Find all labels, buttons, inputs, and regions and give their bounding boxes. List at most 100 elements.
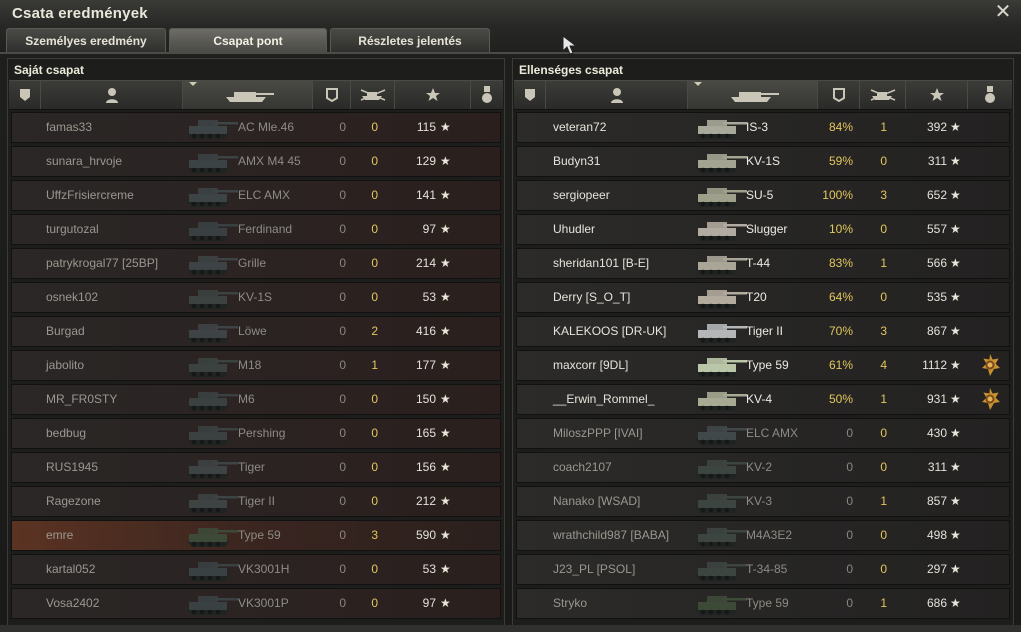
xp-star-icon[interactable] [395, 81, 471, 109]
kills-value: 3 [371, 528, 378, 542]
xp-value: 311 [927, 460, 947, 474]
table-row[interactable]: Uhudler Slugger 10% 0 557 ★ [516, 214, 1010, 245]
table-row[interactable]: MiloszPPP [IVAI] ELC AMX 0 0 430 ★ [516, 418, 1010, 449]
tank-silhouette-icon [187, 222, 238, 241]
damage-value: 70% [828, 324, 853, 338]
platoon-icon[interactable] [514, 81, 546, 109]
table-row[interactable]: patrykrogal77 [25BP] Grille 0 0 214 ★ [11, 248, 501, 279]
damage-value: 0 [339, 460, 346, 474]
damage-value: 0 [339, 154, 346, 168]
kills-value: 3 [880, 188, 887, 202]
table-row[interactable]: turgutozal Ferdinand 0 0 97 ★ [11, 214, 501, 245]
medal-icon[interactable] [968, 81, 1012, 109]
table-row[interactable]: Stryko Type 59 0 1 686 ★ [516, 588, 1010, 619]
table-row[interactable]: emre Type 59 0 3 590 ★ [11, 520, 501, 551]
tab-detailed-report[interactable]: Részletes jelentés [330, 28, 490, 52]
xp-value: 297 [926, 562, 947, 576]
tab-personal-result[interactable]: Személyes eredmény [6, 28, 166, 52]
table-row[interactable]: sergiopeer SU-5 100% 3 652 ★ [516, 180, 1010, 211]
star-icon: ★ [440, 528, 451, 542]
medal-icon[interactable] [979, 388, 1001, 410]
table-row[interactable]: bedbug Pershing 0 0 165 ★ [11, 418, 501, 449]
table-row[interactable]: coach2107 KV-2 0 0 311 ★ [516, 452, 1010, 483]
player-name: veteran72 [553, 120, 607, 134]
player-name: patrykrogal77 [25BP] [46, 256, 159, 270]
tank-name: AC Mle.46 [238, 120, 295, 134]
table-row[interactable]: Vosa2402 VK3001P 0 0 97 ★ [11, 588, 501, 619]
kills-value: 2 [371, 324, 378, 338]
table-row[interactable]: famas33 AC Mle.46 0 0 115 ★ [11, 112, 501, 143]
player-icon[interactable] [546, 81, 688, 109]
table-row[interactable]: veteran72 IS-3 84% 1 392 ★ [516, 112, 1010, 143]
tank-silhouette-icon [696, 324, 747, 343]
platoon-icon[interactable] [9, 81, 41, 109]
table-row[interactable]: sheridan101 [B-E] T-44 83% 1 566 ★ [516, 248, 1010, 279]
star-icon: ★ [950, 596, 961, 610]
player-icon[interactable] [41, 81, 183, 109]
table-row[interactable]: Nanako [WSAD] KV-3 0 1 857 ★ [516, 486, 1010, 517]
damage-value: 0 [339, 290, 346, 304]
damage-value: 0 [339, 324, 346, 338]
tank-name: T20 [746, 290, 767, 304]
table-row[interactable]: maxcorr [9DL] Type 59 61% 4 1112 ★ [516, 350, 1010, 381]
close-icon[interactable]: ✕ [993, 2, 1013, 22]
tank-name: ELC AMX [238, 188, 291, 202]
kills-icon[interactable] [351, 81, 395, 109]
table-row[interactable]: KALEKOOS [DR-UK] Tiger II 70% 3 867 ★ [516, 316, 1010, 347]
star-icon: ★ [950, 154, 961, 168]
enemy-team-header [514, 80, 1012, 110]
player-name: famas33 [46, 120, 93, 134]
kills-icon[interactable] [860, 81, 906, 109]
kills-value: 0 [371, 596, 378, 610]
table-row[interactable]: Derry [S_O_T] T20 64% 0 535 ★ [516, 282, 1010, 313]
kills-value: 0 [880, 528, 887, 542]
tank-name: T-34-85 [746, 562, 788, 576]
table-row[interactable]: wrathchild987 [BABA] M4A3E2 0 0 498 ★ [516, 520, 1010, 551]
damage-value: 0 [339, 596, 346, 610]
damage-value: 0 [846, 426, 853, 440]
tank-name: T-44 [746, 256, 771, 270]
xp-value: 652 [926, 188, 947, 202]
table-row[interactable]: __Erwin_Rommel_ KV-4 50% 1 931 ★ [516, 384, 1010, 415]
tank-name: KV-2 [746, 460, 773, 474]
damage-value: 59% [828, 154, 853, 168]
tank-silhouette-icon [187, 188, 238, 207]
table-row[interactable]: kartal052 VK3001H 0 0 53 ★ [11, 554, 501, 585]
table-row[interactable]: sunara_hrvoje AMX M4 45 0 0 129 ★ [11, 146, 501, 177]
table-row[interactable]: RUS1945 Tiger 0 0 156 ★ [11, 452, 501, 483]
star-icon: ★ [440, 154, 451, 168]
star-icon: ★ [950, 494, 961, 508]
xp-value: 53 [422, 562, 436, 576]
damage-value: 0 [339, 222, 346, 236]
tank-name: Type 59 [746, 596, 789, 610]
star-icon: ★ [950, 460, 961, 474]
own-team-title: Saját csapat [14, 63, 85, 77]
damage-icon[interactable] [313, 81, 351, 109]
enemy-team-title: Ellenséges csapat [519, 63, 624, 77]
star-icon: ★ [950, 426, 961, 440]
tank-name: M18 [238, 358, 262, 372]
medal-icon[interactable] [471, 81, 503, 109]
table-row[interactable]: Burgad Löwe 0 2 416 ★ [11, 316, 501, 347]
xp-value: 156 [415, 460, 436, 474]
table-row[interactable]: Budyn31 KV-1S 59% 0 311 ★ [516, 146, 1010, 177]
player-name: __Erwin_Rommel_ [553, 392, 655, 406]
tank-name: Type 59 [746, 358, 789, 372]
medal-icon[interactable] [979, 354, 1001, 376]
star-icon: ★ [950, 290, 961, 304]
table-row[interactable]: Ragezone Tiger II 0 0 212 ★ [11, 486, 501, 517]
tank-silhouette-icon [696, 358, 747, 377]
table-row[interactable]: UffzFrisiercreme ELC AMX 0 0 141 ★ [11, 180, 501, 211]
table-row[interactable]: MR_FR0STY M6 0 0 150 ★ [11, 384, 501, 415]
xp-star-icon[interactable] [906, 81, 968, 109]
table-row[interactable]: osnek102 KV-1S 0 0 53 ★ [11, 282, 501, 313]
xp-value: 535 [926, 290, 947, 304]
tab-team-score[interactable]: Csapat pont [169, 28, 327, 52]
damage-icon[interactable] [818, 81, 860, 109]
tank-icon[interactable] [183, 81, 313, 109]
xp-value: 931 [926, 392, 947, 406]
table-row[interactable]: J23_PL [PSOL] T-34-85 0 0 297 ★ [516, 554, 1010, 585]
tank-icon[interactable] [688, 81, 818, 109]
table-row[interactable]: jabolito M18 0 1 177 ★ [11, 350, 501, 381]
xp-value: 115 [416, 120, 436, 134]
